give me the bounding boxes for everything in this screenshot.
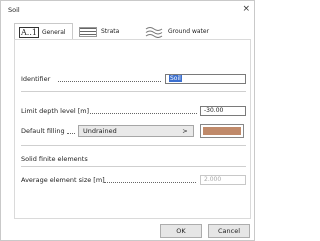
default-filling-leader-dots: [67, 133, 75, 134]
limit-depth-label: Limit depth level [m]: [21, 107, 90, 115]
tab-general-label: General: [41, 29, 66, 36]
ok-button[interactable]: OK: [160, 224, 202, 238]
identifier-input[interactable]: Soil: [165, 74, 246, 84]
avg-element-size-leader-dots: [104, 182, 196, 183]
wave-icon: [145, 26, 163, 38]
divider: [21, 91, 246, 92]
section-title: Solid finite elements: [21, 155, 88, 163]
default-filling-value: Undrained: [83, 127, 117, 135]
a1-text-icon: A..1: [19, 27, 39, 38]
soil-dialog: Soil × A..1 General Strata Ground water …: [0, 0, 255, 241]
tab-strata-label: Strata: [101, 28, 120, 35]
divider: [21, 166, 246, 167]
chevron-right-icon: >: [182, 127, 188, 135]
close-icon[interactable]: ×: [242, 4, 250, 14]
limit-depth-value: -30.00: [204, 107, 224, 114]
identifier-leader-dots: [58, 81, 161, 82]
color-swatch: [203, 127, 241, 135]
avg-element-size-label: Average element size [m]: [21, 176, 105, 184]
tab-strata[interactable]: Strata: [77, 23, 139, 40]
limit-depth-leader-dots: [90, 113, 197, 114]
default-filling-color-button[interactable]: [200, 124, 244, 138]
limit-depth-input[interactable]: -30.00: [200, 106, 246, 116]
window-title: Soil: [8, 6, 20, 14]
divider: [21, 145, 246, 146]
identifier-label: Identifier: [21, 75, 51, 83]
identifier-value: Soil: [169, 75, 182, 82]
avg-element-size-value: 2.000: [204, 176, 222, 183]
default-filling-label: Default filling: [21, 127, 65, 135]
default-filling-select[interactable]: Undrained >: [78, 125, 194, 137]
tab-ground-water[interactable]: Ground water: [141, 23, 221, 40]
strata-icon: [79, 26, 97, 37]
cancel-button[interactable]: Cancel: [208, 224, 250, 238]
tab-ground-water-label: Ground water: [168, 28, 210, 35]
avg-element-size-input[interactable]: 2.000: [200, 175, 246, 185]
